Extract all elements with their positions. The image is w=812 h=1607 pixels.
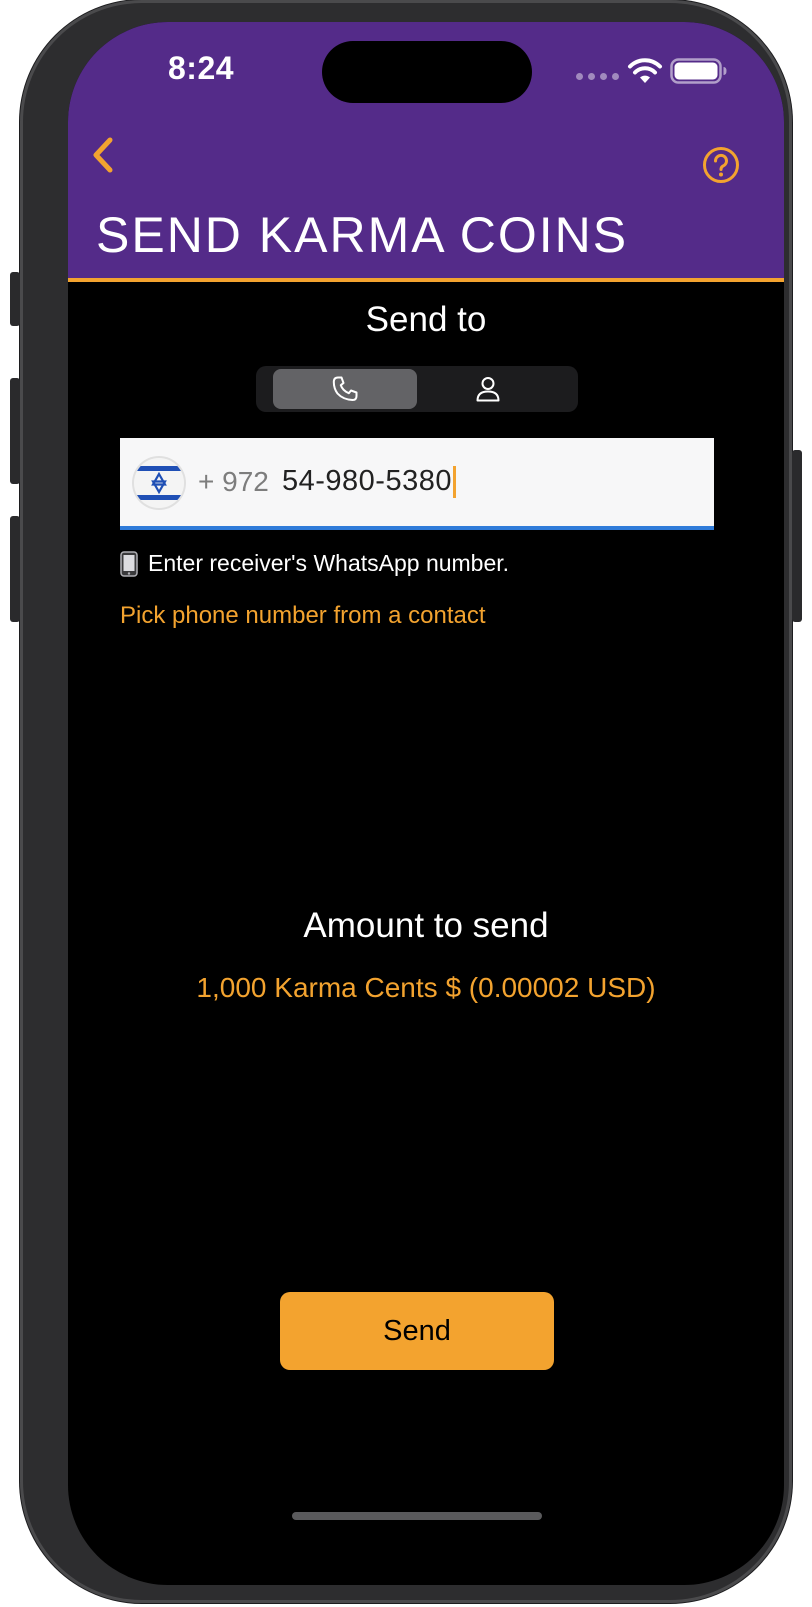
screen: 8:24 SEND KARMA COINS Send to + 972 54-9… — [68, 22, 784, 1585]
segment-phone[interactable] — [273, 369, 417, 409]
dynamic-island — [322, 41, 532, 103]
phone-number-input[interactable]: 54-980-5380 — [282, 465, 456, 498]
segment-contact[interactable] — [416, 369, 560, 409]
page-title: SEND KARMA COINS — [96, 207, 629, 263]
volume-down-button — [10, 516, 20, 622]
phone-number-value: 54-980-5380 — [282, 465, 452, 497]
phone-hint-text: Enter receiver's WhatsApp number. — [148, 550, 510, 576]
phone-number-field[interactable]: + 972 54-980-5380 — [120, 438, 714, 530]
mobile-phone-icon — [120, 550, 138, 577]
home-indicator — [292, 1512, 542, 1520]
send-to-label: Send to — [365, 300, 487, 339]
action-button — [10, 272, 20, 326]
battery-icon — [670, 58, 727, 84]
status-time: 8:24 — [168, 50, 235, 86]
recipient-type-segmented-control — [256, 366, 578, 412]
amount-value[interactable]: 1,000 Karma Cents $ (0.00002 USD) — [68, 972, 784, 1004]
volume-up-button — [10, 378, 20, 484]
send-button[interactable]: Send — [280, 1292, 554, 1370]
text-caret — [452, 465, 456, 498]
israel-flag-icon[interactable] — [134, 458, 184, 508]
pick-from-contact-link[interactable]: Pick phone number from a contact — [120, 602, 486, 630]
signal-dots-icon — [576, 73, 619, 80]
amount-label: Amount to send — [303, 906, 549, 945]
header: 8:24 SEND KARMA COINS — [68, 22, 784, 282]
dial-code: + 972 — [198, 466, 269, 497]
power-button — [792, 450, 802, 622]
device-frame: 8:24 SEND KARMA COINS Send to + 972 54-9… — [20, 0, 792, 1603]
chevron-left-icon[interactable] — [86, 132, 120, 178]
person-icon — [476, 377, 500, 402]
wifi-icon — [628, 58, 662, 83]
phone-hint: Enter receiver's WhatsApp number. — [120, 550, 509, 577]
question-circle-icon[interactable] — [702, 146, 740, 184]
phone-icon — [332, 376, 358, 401]
